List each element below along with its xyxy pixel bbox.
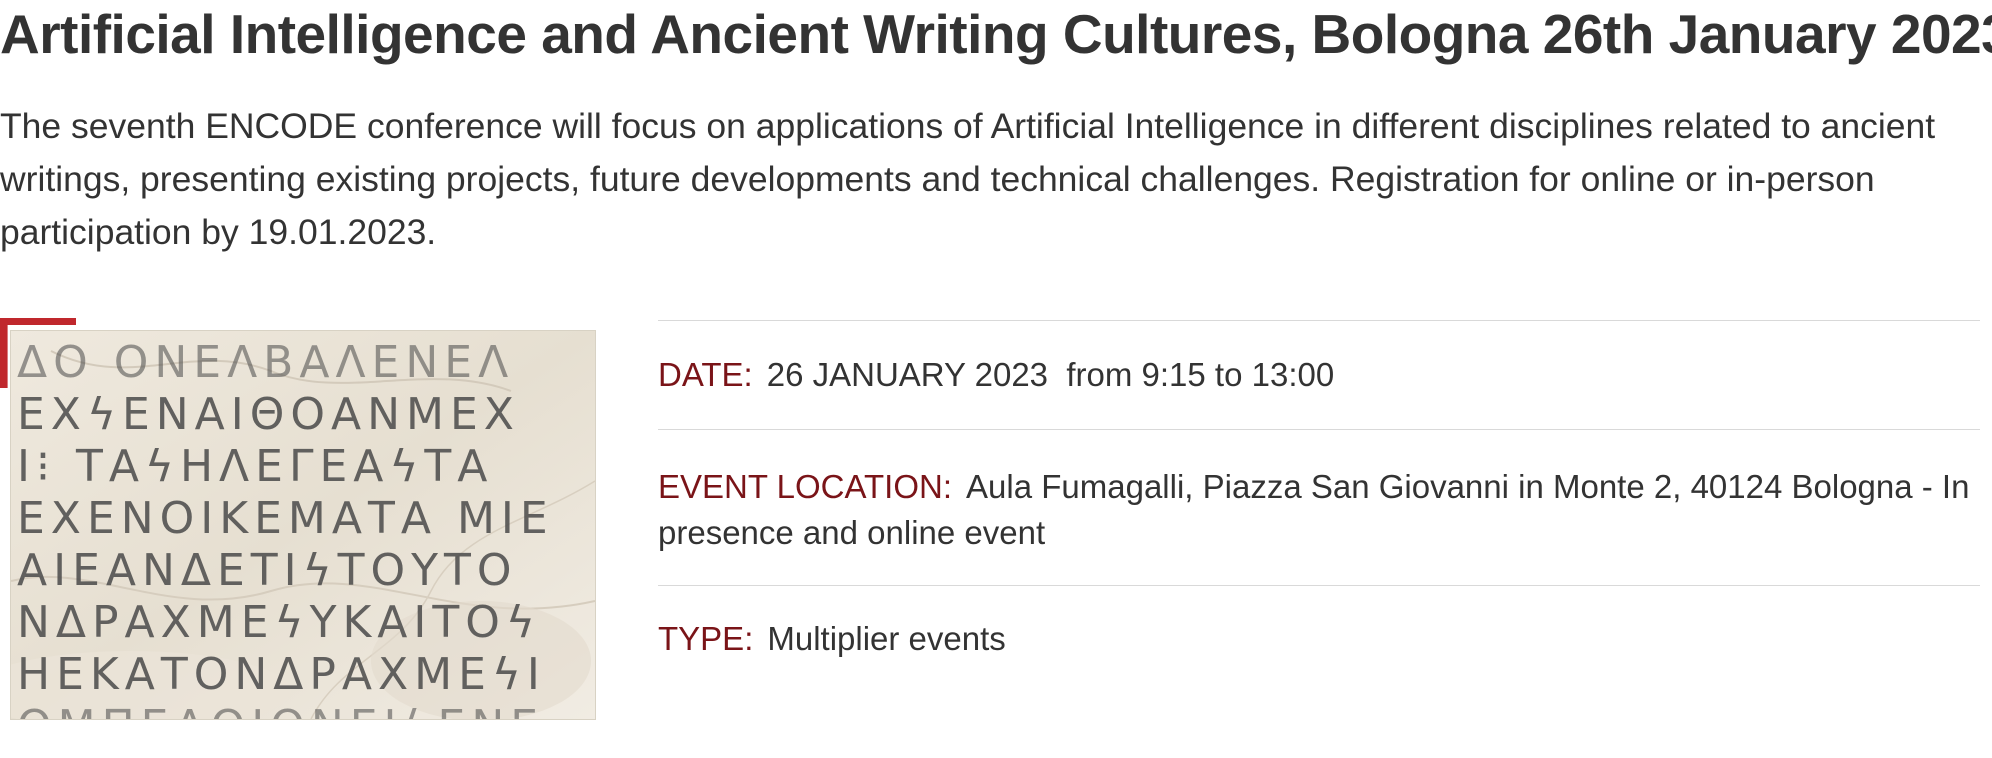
inscription-line: ΟΜΠΕΛΟΙΟΝΕΙϟΕΝΕ	[17, 701, 544, 719]
date-label: DATE:	[658, 356, 753, 393]
event-title: Artificial Intelligence and Ancient Writ…	[0, 3, 1992, 65]
date-value: 26 JANUARY 2023 from 9:15 to 13:00	[766, 356, 1335, 393]
type-label: TYPE:	[658, 620, 754, 657]
inscription-line: ΝΔΡΑΧΜΕϟΥΚΑΙΤΟϟ	[17, 597, 541, 648]
type-row: TYPE: Multiplier events	[658, 585, 1980, 662]
inscription-line: ΑΙΕΑΝΔΕΤΙϟΤΟΥΤΟ	[17, 545, 518, 596]
inscription-line: ΗΕΚΑΤΟΝΔΡΑΧΜΕϟΙ	[17, 649, 546, 700]
event-description: The seventh ENCODE conference will focus…	[0, 106, 1936, 252]
type-value[interactable]: Multiplier events	[767, 620, 1005, 657]
inscription-line: ΕΧϟΕΝΑΙΘΟΑΝΜΕΧ	[17, 389, 520, 440]
inscription-image: ΔΟ ΟΝΕΛΒΑΛΕΝΕΛ ΕΧϟΕΝΑΙΘΟΑΝΜΕΧ Ι⁝ ΤΑϟΗΛΕΓΕΑ…	[10, 330, 596, 720]
inscription-line: ΕΧΕΝΟΙΚΕΜΑΤΑ ΜΙΕ	[17, 493, 554, 544]
location-label: EVENT LOCATION:	[658, 468, 953, 505]
event-details: DATE: 26 JANUARY 2023 from 9:15 to 13:00 …	[658, 320, 1980, 662]
location-row: EVENT LOCATION: Aula Fumagalli, Piazza Sa…	[658, 429, 1980, 585]
inscription-line: ΔΟ ΟΝΕΛΒΑΛΕΝΕΛ	[17, 337, 514, 388]
inscription-line: Ι⁝ ΤΑϟΗΛΕΓΕΑϟΤΑ	[17, 441, 493, 492]
event-thumbnail[interactable]: ΔΟ ΟΝΕΛΒΑΛΕΝΕΛ ΕΧϟΕΝΑΙΘΟΑΝΜΕΧ Ι⁝ ΤΑϟΗΛΕΓΕΑ…	[0, 318, 596, 720]
date-row: DATE: 26 JANUARY 2023 from 9:15 to 13:00	[658, 320, 1980, 429]
